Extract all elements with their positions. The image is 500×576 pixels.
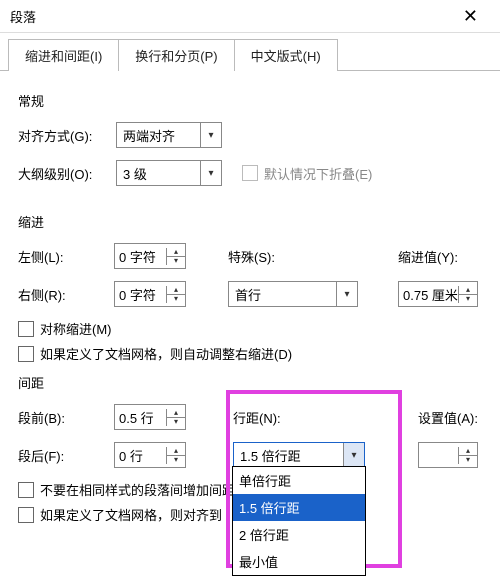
space-before-spinner[interactable]: 0.5 行 ▴▾ [114,404,186,430]
no-space-same-style-checkbox[interactable] [18,482,34,498]
auto-adjust-indent-label: 如果定义了文档网格，则自动调整右缩进(D) [40,344,292,363]
line-spacing-label: 行距(N): [233,408,281,427]
line-spacing-select[interactable]: 1.5 倍行距 ▾ [233,442,365,468]
indent-by-spinner[interactable]: 0.75 厘米 ▴▾ [398,281,478,307]
tab-line-page-breaks[interactable]: 换行和分页(P) [118,39,234,71]
close-icon[interactable]: ✕ [449,3,492,29]
section-general: 常规 [18,91,482,110]
chevron-down-icon: ▾ [200,123,221,147]
collapse-default-label: 默认情况下折叠(E) [264,164,372,183]
chevron-down-icon: ▾ [200,161,221,185]
no-space-same-style-label: 不要在相同样式的段落间增加间距 [40,480,235,499]
chevron-down-icon: ▾ [343,443,364,467]
auto-adjust-indent-checkbox[interactable] [18,346,34,362]
dialog-title: 段落 [10,7,409,26]
outline-level-label: 大纲级别(O): [18,164,106,183]
indent-special-select[interactable]: 首行 ▾ [228,281,358,307]
alignment-combo[interactable]: 两端对齐 ▾ [116,122,222,148]
line-spacing-option[interactable]: 2 倍行距 [233,521,365,548]
line-spacing-dropdown[interactable]: 单倍行距 1.5 倍行距 2 倍行距 最小值 [232,466,366,576]
mirror-indents-checkbox[interactable] [18,321,34,337]
space-after-spinner[interactable]: 0 行 ▴▾ [114,442,186,468]
mirror-indents-label: 对称缩进(M) [40,319,112,338]
outline-level-combo[interactable]: 3 级 ▾ [116,160,222,186]
snap-to-grid-checkbox[interactable] [18,507,34,523]
section-spacing: 间距 [18,373,482,392]
spacing-at-label: 设置值(A): [418,408,478,427]
indent-left-spinner[interactable]: 0 字符 ▴▾ [114,243,186,269]
indent-by-label: 缩进值(Y): [398,247,458,266]
snap-to-grid-label: 如果定义了文档网格，则对齐到 [40,505,222,524]
indent-right-label: 右侧(R): [18,285,106,304]
section-indent: 缩进 [18,212,482,231]
line-spacing-option[interactable]: 单倍行距 [233,467,365,494]
line-spacing-option[interactable]: 1.5 倍行距 [233,494,365,521]
chevron-down-icon: ▾ [336,282,357,306]
tab-indent-spacing[interactable]: 缩进和间距(I) [8,39,119,71]
line-spacing-option[interactable]: 最小值 [233,548,365,575]
space-after-label: 段后(F): [18,446,106,465]
indent-right-spinner[interactable]: 0 字符 ▴▾ [114,281,186,307]
indent-left-label: 左侧(L): [18,247,106,266]
indent-special-label: 特殊(S): [228,247,275,266]
tab-asian-typography[interactable]: 中文版式(H) [234,39,338,71]
collapse-default-checkbox[interactable] [242,165,258,181]
spacing-at-spinner[interactable]: ▴▾ [418,442,478,468]
alignment-label: 对齐方式(G): [18,126,106,145]
space-before-label: 段前(B): [18,408,106,427]
